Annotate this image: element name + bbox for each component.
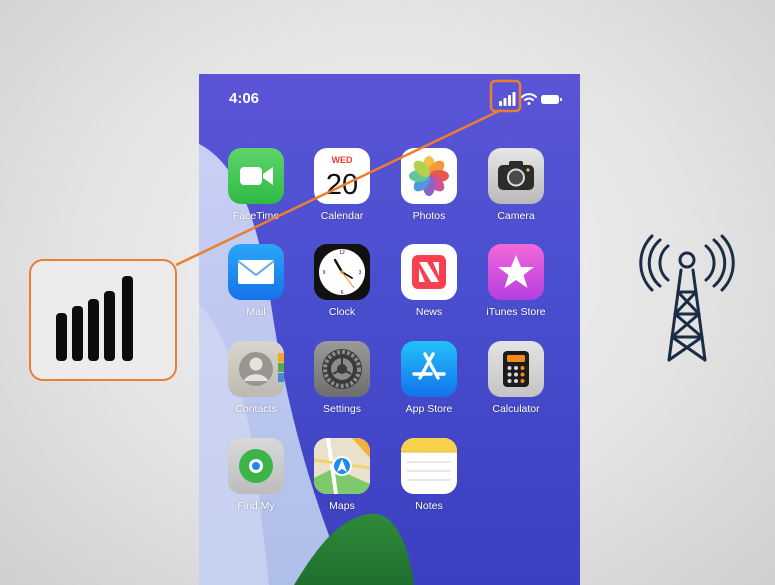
mail-icon [228, 244, 284, 300]
app-label: iTunes Store [486, 306, 546, 318]
cellular-signal-bars-icon [56, 276, 133, 361]
app-label: Mail [246, 306, 266, 318]
app-label: Notes [415, 500, 443, 512]
app-settings[interactable]: Settings [302, 341, 382, 431]
svg-text:9: 9 [323, 270, 326, 276]
calendar-day: 20 [326, 169, 358, 201]
svg-text:6: 6 [341, 290, 344, 296]
facetime-icon [228, 148, 284, 204]
cellular-signal-icon [499, 92, 516, 106]
battery-icon [541, 95, 562, 104]
app-label: Find My [237, 500, 275, 512]
find-my-icon [228, 438, 284, 494]
contacts-icon [228, 341, 284, 397]
app-notes[interactable]: Notes [389, 438, 469, 528]
app-label: Calendar [320, 210, 364, 222]
notes-icon [401, 438, 457, 494]
photos-icon [401, 148, 457, 204]
app-maps[interactable]: Maps [302, 438, 382, 528]
app-label: Camera [497, 210, 535, 222]
app-label: Calculator [492, 403, 540, 415]
svg-text:3: 3 [359, 270, 362, 276]
app-facetime[interactable]: FaceTime [216, 148, 296, 238]
wifi-icon [521, 93, 537, 105]
app-photos[interactable]: Photos [389, 148, 469, 238]
app-label: Settings [323, 403, 361, 415]
calculator-icon [488, 341, 544, 397]
camera-icon [488, 148, 544, 204]
app-label: Clock [328, 306, 356, 318]
app-calendar[interactable]: WED 20 Calendar [302, 148, 382, 238]
app-store-icon [401, 341, 457, 397]
app-news[interactable]: News [389, 244, 469, 334]
app-label: Contacts [235, 403, 277, 415]
clock-icon: 12 3 6 9 [314, 244, 370, 300]
news-icon [401, 244, 457, 300]
app-find-my[interactable]: Find My [216, 438, 296, 528]
status-time: 4:06 [229, 90, 260, 107]
app-label: App Store [405, 403, 453, 415]
app-camera[interactable]: Camera [476, 148, 556, 238]
app-label: FaceTime [232, 210, 280, 222]
itunes-star-icon [488, 244, 544, 300]
calendar-icon: WED 20 [314, 148, 370, 204]
phone-home-screen: 4:06 FaceTime WED 20 Calendar Photos Cam… [199, 74, 580, 585]
app-calculator[interactable]: Calculator [476, 341, 556, 431]
maps-icon [314, 438, 370, 494]
app-clock[interactable]: 12 3 6 9 Clock [302, 244, 382, 334]
svg-text:12: 12 [339, 250, 345, 256]
app-mail[interactable]: Mail [216, 244, 296, 334]
app-label: Photos [412, 210, 446, 222]
settings-gear-icon [314, 341, 370, 397]
app-label: Maps [329, 500, 355, 512]
app-itunes-store[interactable]: iTunes Store [476, 244, 556, 334]
app-app-store[interactable]: App Store [389, 341, 469, 431]
app-contacts[interactable]: Contacts [216, 341, 296, 431]
slide: 4:06 FaceTime WED 20 Calendar Photos Cam… [0, 0, 775, 585]
status-icons [499, 92, 562, 106]
calendar-weekday: WED [332, 155, 353, 165]
cell-tower-icon [639, 234, 735, 362]
signal-callout-box [29, 259, 177, 381]
app-label: News [415, 306, 443, 318]
